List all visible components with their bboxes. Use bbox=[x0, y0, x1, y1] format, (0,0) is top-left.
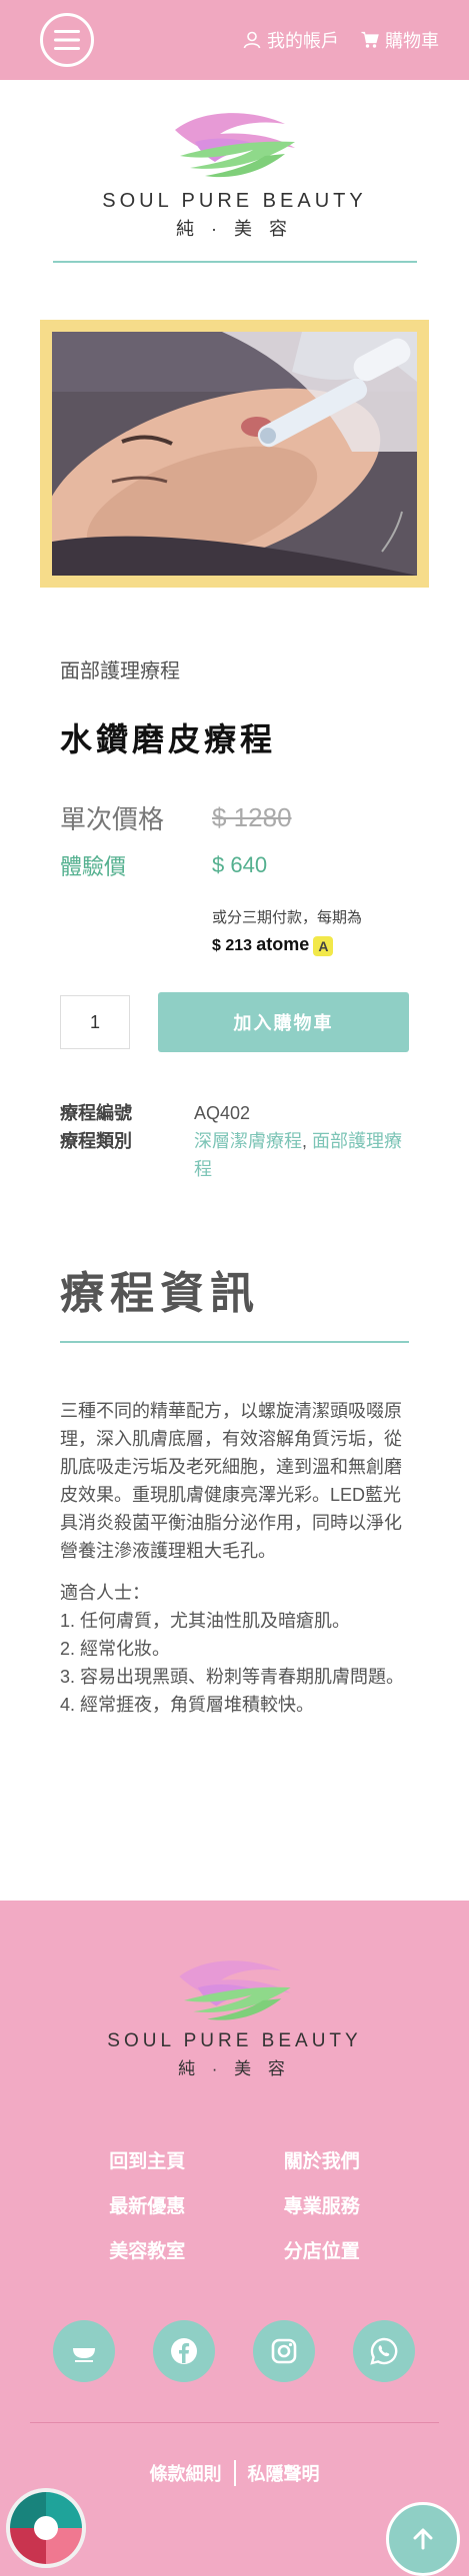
openrice-button[interactable] bbox=[53, 2320, 115, 2382]
product-image bbox=[52, 332, 417, 576]
info-divider bbox=[60, 1341, 409, 1343]
footer-brand-name-en: SOUL PURE BEAUTY bbox=[107, 2030, 362, 2051]
code-value: AQ402 bbox=[194, 1103, 251, 1123]
footer-divider bbox=[30, 2422, 439, 2423]
brand-name-zh: 純 · 美 容 bbox=[176, 219, 293, 239]
site-footer: SOUL PURE BEAUTY 純 · 美 容 回到主頁 關於我們 最新優惠 … bbox=[0, 1901, 469, 2576]
suitable-title: 適合人士： bbox=[60, 1583, 150, 1603]
social-links bbox=[53, 2320, 415, 2382]
footer-brand-name-zh: 純 · 美 容 bbox=[178, 2059, 291, 2078]
openrice-icon bbox=[73, 2348, 95, 2362]
suitable-item: 2. 經常化妝。 bbox=[60, 1639, 171, 1659]
installment-amount: $ 213 bbox=[212, 937, 253, 954]
description-paragraph: 三種不同的精華配方，以螺旋清潔頭吸啜原理，深入肌膚底層，有效溶解角質污垢，從肌底… bbox=[60, 1401, 402, 1561]
menu-button[interactable] bbox=[40, 13, 94, 67]
product-image-frame bbox=[40, 320, 429, 588]
trial-price-label: 體驗價 bbox=[60, 854, 127, 879]
arrow-up-icon bbox=[413, 2528, 433, 2550]
suitable-item: 4. 經常捱夜，角質層堆積較快。 bbox=[60, 1695, 315, 1715]
legal-separator bbox=[233, 2460, 236, 2486]
installment-text: 或分三期付款，每期為 bbox=[212, 909, 363, 926]
footer-link-about[interactable]: 關於我們 bbox=[235, 2146, 469, 2173]
brand-logo[interactable]: SOUL PURE BEAUTY 純 · 美 容 bbox=[0, 80, 469, 263]
instagram-button[interactable] bbox=[253, 2320, 315, 2382]
quantity-input[interactable]: 1 bbox=[60, 995, 130, 1049]
single-price-label: 單次價格 bbox=[60, 804, 165, 834]
suitable-item: 1. 任何膚質，尤其油性肌及暗瘡肌。 bbox=[60, 1611, 351, 1631]
add-to-cart-button[interactable]: 加入購物車 bbox=[158, 992, 409, 1052]
product-category: 面部護理療程 bbox=[60, 660, 180, 682]
instagram-icon bbox=[271, 2338, 297, 2364]
cart-icon bbox=[361, 31, 379, 48]
atome-icon: A bbox=[313, 936, 334, 957]
footer-link-offers[interactable]: 最新優惠 bbox=[0, 2191, 235, 2218]
user-icon bbox=[243, 31, 261, 49]
legal-links: 條款細則 私隱聲明 bbox=[0, 2460, 469, 2486]
treatment-description: 三種不同的精華配方，以螺旋清潔頭吸啜原理，深入肌膚底層，有效溶解角質污垢，從肌底… bbox=[60, 1397, 415, 1719]
footer-link-services[interactable]: 專業服務 bbox=[235, 2191, 469, 2218]
back-to-top-button[interactable] bbox=[386, 2502, 460, 2576]
whatsapp-icon bbox=[370, 2337, 398, 2365]
terms-link[interactable]: 條款細則 bbox=[150, 2460, 222, 2486]
type-label: 療程類別 bbox=[60, 1131, 132, 1151]
code-label: 療程編號 bbox=[60, 1103, 132, 1123]
cart-link[interactable]: 購物車 bbox=[361, 27, 439, 53]
footer-link-classroom[interactable]: 美容教室 bbox=[0, 2236, 235, 2263]
logo-leaf-icon bbox=[174, 113, 295, 178]
product-title: 水鑽磨皮療程 bbox=[60, 721, 277, 757]
facebook-button[interactable] bbox=[153, 2320, 215, 2382]
single-price-value: $ 1280 bbox=[212, 802, 292, 832]
installment-info: 或分三期付款，每期為 $ 213 atome A bbox=[212, 905, 362, 959]
footer-link-home[interactable]: 回到主頁 bbox=[0, 2146, 235, 2173]
trial-price-value: $ 640 bbox=[212, 852, 268, 877]
info-section-title: 療程資訊 bbox=[60, 1269, 260, 1318]
account-label: 我的帳戶 bbox=[267, 31, 339, 51]
top-bar: 我的帳戶 購物車 bbox=[0, 0, 469, 80]
cart-label: 購物車 bbox=[385, 31, 439, 51]
account-link[interactable]: 我的帳戶 bbox=[243, 27, 339, 53]
facebook-icon bbox=[171, 2338, 197, 2364]
chat-widget-icon bbox=[6, 2488, 86, 2568]
footer-link-locations[interactable]: 分店位置 bbox=[235, 2236, 469, 2263]
brand-name-en: SOUL PURE BEAUTY bbox=[102, 190, 367, 212]
product-meta: 療程編號 AQ402 療程類別 深層潔膚療程, 面部護理療程 bbox=[60, 1099, 420, 1183]
atome-logo[interactable]: atome bbox=[256, 934, 309, 954]
whatsapp-button[interactable] bbox=[353, 2320, 415, 2382]
treatment-photo bbox=[52, 332, 417, 576]
hamburger-icon bbox=[54, 30, 80, 50]
privacy-link[interactable]: 私隱聲明 bbox=[248, 2460, 320, 2486]
trial-price-row: 體驗價 $ 640 bbox=[60, 849, 267, 881]
suitable-item: 3. 容易出現黑頭、粉刺等青春期肌膚問題。 bbox=[60, 1667, 405, 1687]
footer-logo[interactable]: SOUL PURE BEAUTY 純 · 美 容 bbox=[0, 1950, 469, 2079]
category-link-deep-cleansing[interactable]: 深層潔膚療程 bbox=[194, 1131, 302, 1151]
footer-nav: 回到主頁 關於我們 最新優惠 專業服務 美容教室 分店位置 bbox=[0, 2146, 469, 2263]
chat-widget-button[interactable] bbox=[6, 2488, 86, 2568]
single-price-row: 單次價格 $ 1280 bbox=[60, 799, 292, 836]
logo-divider bbox=[52, 261, 417, 263]
category-separator: , bbox=[302, 1131, 308, 1151]
logo-leaf-icon bbox=[178, 1960, 291, 2020]
